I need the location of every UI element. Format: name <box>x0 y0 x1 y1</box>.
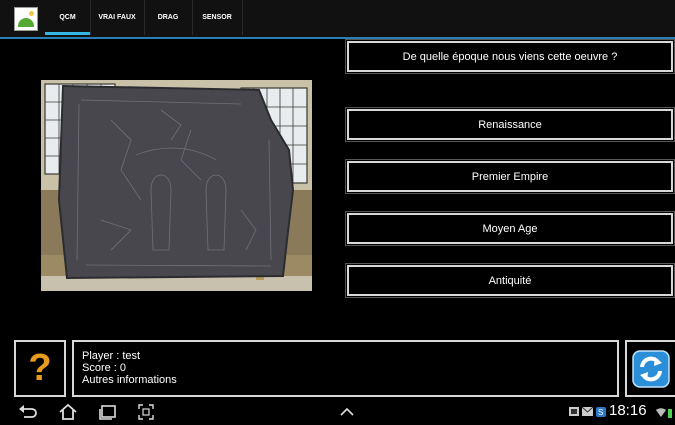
artwork-image <box>41 80 312 291</box>
answer-button-renaissance[interactable]: Renaissance <box>345 107 675 142</box>
chevron-up-icon[interactable] <box>338 403 356 421</box>
notification-icons: S <box>569 406 606 417</box>
tab-vrai-faux[interactable]: VRAI FAUX <box>90 0 145 35</box>
refresh-button[interactable] <box>625 340 675 397</box>
player-name: Player : test <box>82 350 141 362</box>
question-mark-icon: ? <box>28 347 52 389</box>
recent-apps-icon[interactable] <box>98 403 118 421</box>
system-nav-bar: S 18:16 <box>0 400 675 425</box>
app-icon[interactable] <box>14 7 38 31</box>
help-button[interactable]: ? <box>14 340 66 397</box>
answer-label: Moyen Age <box>482 222 538 235</box>
answer-button-antiquite[interactable]: Antiquité <box>345 263 675 298</box>
player-other-info: Autres informations <box>82 374 177 386</box>
question-text: De quelle époque nous viens cette oeuvre… <box>402 50 618 63</box>
refresh-icon <box>632 349 670 388</box>
tab-qcm[interactable]: QCM <box>45 0 91 35</box>
player-score: Score : 0 <box>82 362 127 374</box>
screenshot-icon[interactable] <box>137 403 155 421</box>
answer-label: Premier Empire <box>471 170 549 183</box>
player-info-box: Player : test Score : 0 Autres informati… <box>72 340 619 397</box>
app-icon-hill <box>18 18 34 27</box>
answer-button-premier-empire[interactable]: Premier Empire <box>345 159 675 194</box>
app-icon-sun <box>29 11 34 16</box>
answer-button-moyen-age[interactable]: Moyen Age <box>345 211 675 246</box>
svg-text:S: S <box>598 408 603 417</box>
answer-label: Antiquité <box>488 274 532 287</box>
wifi-battery-icon <box>656 408 672 418</box>
home-icon[interactable] <box>58 403 78 421</box>
tab-sensor[interactable]: SENSOR <box>192 0 243 35</box>
tab-drag[interactable]: DRAG <box>144 0 193 35</box>
question-box: De quelle époque nous viens cette oeuvre… <box>345 39 675 74</box>
answer-label: Renaissance <box>478 118 542 131</box>
back-icon[interactable] <box>18 403 38 421</box>
clock: 18:16 <box>609 402 647 419</box>
action-bar: QCM VRAI FAUX DRAG SENSOR <box>0 0 675 39</box>
